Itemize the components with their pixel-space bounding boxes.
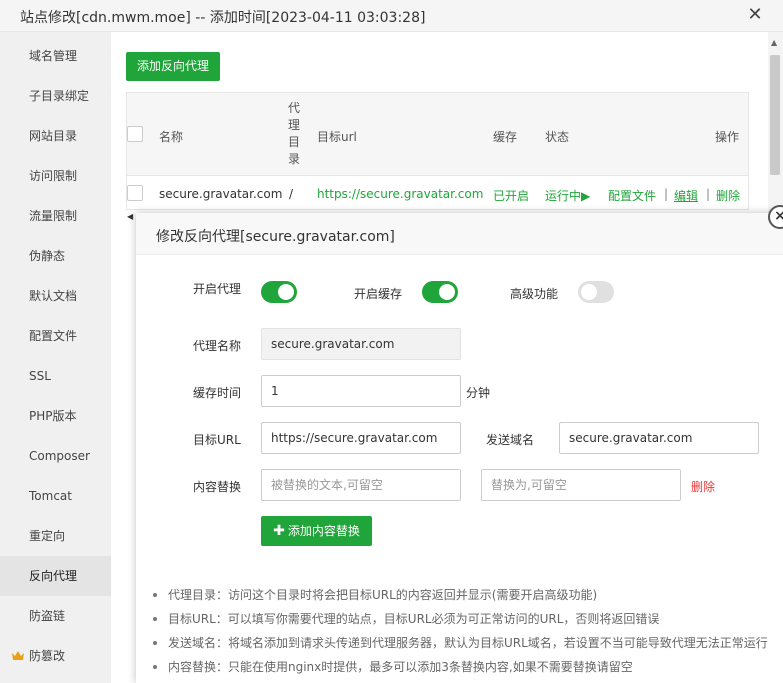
row-separator: | [706,187,711,201]
row-target-url[interactable]: https://secure.gravatar.com [317,187,483,201]
table-header: 名称 代理目录 目标url 缓存 状态 操作 [127,93,748,176]
row-name: secure.gravatar.com [159,187,283,201]
send-domain-label: 发送域名 [486,433,535,447]
scroll-left-icon[interactable]: ◀ [127,212,133,221]
sidebar-item-tomcat[interactable]: Tomcat [0,476,111,516]
header-actions: 操作 [715,130,740,144]
target-url-label: 目标URL [193,433,241,447]
scrollbar-thumb[interactable] [770,55,780,175]
add-content-replace-button[interactable]: ✚ 添加内容替换 [261,516,372,546]
sidebar-item-php-version[interactable]: PHP版本 [0,396,111,436]
help-note: 发送域名：将域名添加到请求头传递到代理服务器，默认为目标URL域名，若设置不当可… [148,631,778,655]
sidebar-item-label: 防篡改 [29,649,66,663]
window-title: 站点修改[cdn.mwm.moe] -- 添加时间[2023-04-11 03:… [20,10,426,26]
sidebar-item-reverse-proxy[interactable]: 反向代理 [0,556,111,596]
advanced-toggle[interactable] [578,281,614,303]
sidebar-item-hotlink[interactable]: 防盗链 [0,596,111,636]
row-separator: | [664,187,669,201]
window-title-bar: 站点修改[cdn.mwm.moe] -- 添加时间[2023-04-11 03:… [0,0,783,32]
send-domain-field[interactable] [559,422,759,454]
sidebar-item-domain[interactable]: 域名管理 [0,36,111,76]
sidebar-item-ssl[interactable]: SSL [0,356,111,396]
help-note: 代理目录：访问这个目录时将会把目标URL的内容返回并显示(需要开启高级功能) [148,583,778,607]
row-cache-status[interactable]: 已开启 [493,187,529,204]
sidebar: 域名管理 子目录绑定 网站目录 访问限制 流量限制 伪静态 默认文档 配置文件 … [0,32,111,683]
select-all-checkbox[interactable] [127,126,143,142]
content-replace-label: 内容替换 [193,480,242,494]
sidebar-item-default-doc[interactable]: 默认文档 [0,276,111,316]
proxy-table: 名称 代理目录 目标url 缓存 状态 操作 secure.gravatar.c… [126,92,749,210]
add-reverse-proxy-button[interactable]: 添加反向代理 [126,52,220,81]
modal-title-bar: 修改反向代理[secure.gravatar.com] [136,213,783,255]
row-run-status[interactable]: 运行中▶ [545,187,590,204]
proxy-name-label: 代理名称 [193,339,242,353]
sidebar-item-composer[interactable]: Composer [0,436,111,476]
sidebar-item-config-file[interactable]: 配置文件 [0,316,111,356]
header-status: 状态 [545,130,570,144]
toggle-knob [581,284,597,300]
header-cache: 缓存 [493,130,518,144]
cache-time-field[interactable] [261,375,461,407]
row-delete-link[interactable]: 删除 [716,187,740,204]
proxy-name-field [261,328,461,360]
help-note: 内容替换：只能在使用nginx时提供，最多可以添加3条替换内容,如果不需要替换请… [148,655,778,679]
replace-to-field[interactable] [481,469,681,501]
sidebar-item-access-limit[interactable]: 访问限制 [0,156,111,196]
enable-proxy-toggle[interactable] [261,281,297,303]
modal-title: 修改反向代理[secure.gravatar.com] [156,229,395,245]
toggle-knob [278,284,294,300]
help-note: 目标URL：可以填写你需要代理的站点，目标URL必须为可正常访问的URL，否则将… [148,607,778,631]
delete-replace-link[interactable]: 删除 [691,478,715,495]
sidebar-item-subdir[interactable]: 子目录绑定 [0,76,111,116]
cache-time-unit: 分钟 [466,386,491,400]
row-checkbox[interactable] [127,185,143,201]
sidebar-item-tamper-proof[interactable]: 防篡改 [0,636,111,676]
add-content-replace-label: 添加内容替换 [287,524,360,538]
sidebar-item-rewrite[interactable]: 伪静态 [0,236,111,276]
header-name: 名称 [159,130,184,144]
scroll-up-icon[interactable]: ▲ [771,38,777,47]
enable-proxy-label: 开启代理 [193,282,242,296]
sidebar-item-site-dir[interactable]: 网站目录 [0,116,111,156]
enable-cache-toggle[interactable] [422,281,458,303]
plus-icon: ✚ [273,523,285,539]
sidebar-item-redirect[interactable]: 重定向 [0,516,111,556]
row-dir: / [289,187,294,201]
header-proxy-dir: 代理目录 [288,101,301,166]
enable-cache-label: 开启缓存 [354,287,403,301]
crown-icon [12,636,24,676]
replace-from-field[interactable] [261,469,461,501]
cache-time-label: 缓存时间 [193,386,242,400]
target-url-field[interactable] [261,422,461,454]
edit-proxy-modal: 修改反向代理[secure.gravatar.com] × 开启代理 开启缓存 … [136,205,783,683]
row-edit-link[interactable]: 编辑 [674,187,698,204]
sidebar-item-traffic-limit[interactable]: 流量限制 [0,196,111,236]
toggle-knob [439,284,455,300]
window-close-button[interactable]: ✕ [745,5,765,25]
row-config-file-link[interactable]: 配置文件 [608,187,656,204]
header-target-url: 目标url [317,130,357,144]
help-notes: 代理目录：访问这个目录时将会把目标URL的内容返回并显示(需要开启高级功能) 目… [148,583,778,679]
advanced-label: 高级功能 [510,287,559,301]
